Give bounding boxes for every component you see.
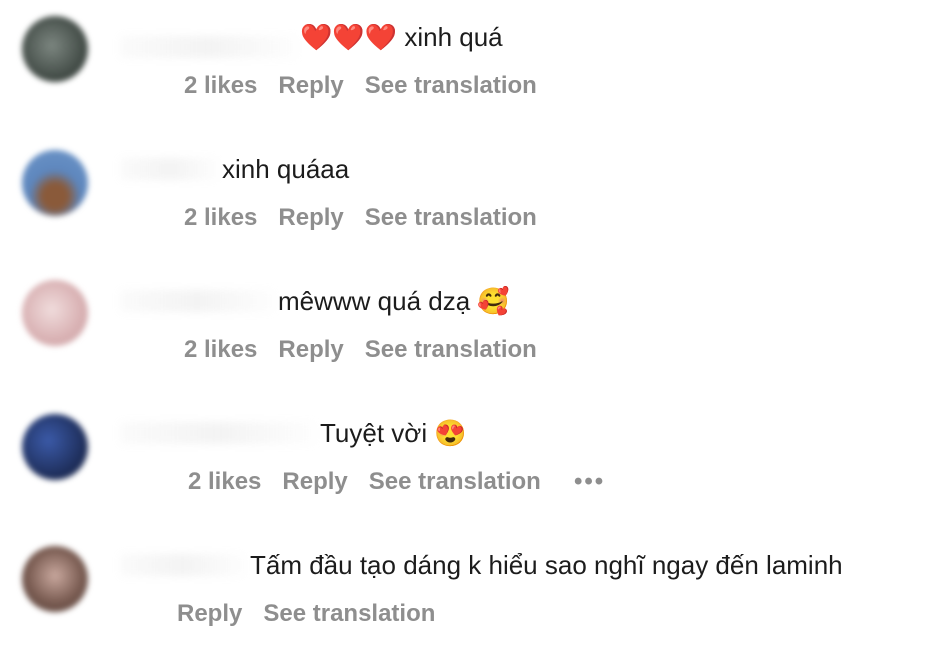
likes-count[interactable]: 2 likes <box>184 204 257 231</box>
comment-text: Tấm đầu tạo dáng k hiểu sao nghĩ ngay đế… <box>250 550 843 580</box>
comment-actions: 2 likes Reply See translation <box>184 335 558 365</box>
comment-text: mêwww quá dzạ 🥰 <box>278 286 510 316</box>
see-translation-link[interactable]: See translation <box>365 336 537 363</box>
username[interactable] <box>120 36 298 58</box>
comment-item: Tấm đầu tạo dáng k hiểu sao nghĩ ngay đế… <box>0 528 932 660</box>
username[interactable] <box>120 422 316 444</box>
username[interactable] <box>120 554 246 576</box>
avatar[interactable] <box>22 414 88 480</box>
reply-button[interactable]: Reply <box>177 600 242 627</box>
comment-actions: 2 likes Reply See translation <box>184 203 558 233</box>
comment-text: xinh quáaa <box>222 154 350 184</box>
avatar[interactable] <box>22 150 88 216</box>
username[interactable] <box>120 290 275 312</box>
reply-button[interactable]: Reply <box>278 204 343 231</box>
see-translation-link[interactable]: See translation <box>369 468 541 495</box>
likes-count[interactable]: 2 likes <box>184 72 257 99</box>
see-translation-link[interactable]: See translation <box>263 600 435 627</box>
comment-actions: 2 likes Reply See translation <box>188 467 562 497</box>
comment-text: Tuyệt vời 😍 <box>320 418 467 448</box>
comment-text: ❤️❤️❤️ xinh quá <box>300 22 503 52</box>
comment-actions: 2 likes Reply See translation <box>184 71 558 101</box>
comment-item: mêwww quá dzạ 🥰 2 likes Reply See translat… <box>0 264 932 396</box>
reply-button[interactable]: Reply <box>282 468 347 495</box>
see-translation-link[interactable]: See translation <box>365 204 537 231</box>
comment-actions: Reply See translation <box>177 599 456 629</box>
more-options-icon[interactable]: ••• <box>574 467 605 497</box>
reply-button[interactable]: Reply <box>278 72 343 99</box>
comment-item: Tuyệt vời 😍 2 likes Reply See translation … <box>0 396 932 528</box>
reply-button[interactable]: Reply <box>278 336 343 363</box>
avatar[interactable] <box>22 546 88 612</box>
likes-count[interactable]: 2 likes <box>188 468 261 495</box>
comment-item: xinh quáaa 2 likes Reply See translation <box>0 132 932 264</box>
see-translation-link[interactable]: See translation <box>365 72 537 99</box>
comment-item: ❤️❤️❤️ xinh quá 2 likes Reply See translat… <box>0 0 932 132</box>
avatar[interactable] <box>22 16 88 82</box>
likes-count[interactable]: 2 likes <box>184 336 257 363</box>
avatar[interactable] <box>22 280 88 346</box>
username[interactable] <box>120 158 220 180</box>
